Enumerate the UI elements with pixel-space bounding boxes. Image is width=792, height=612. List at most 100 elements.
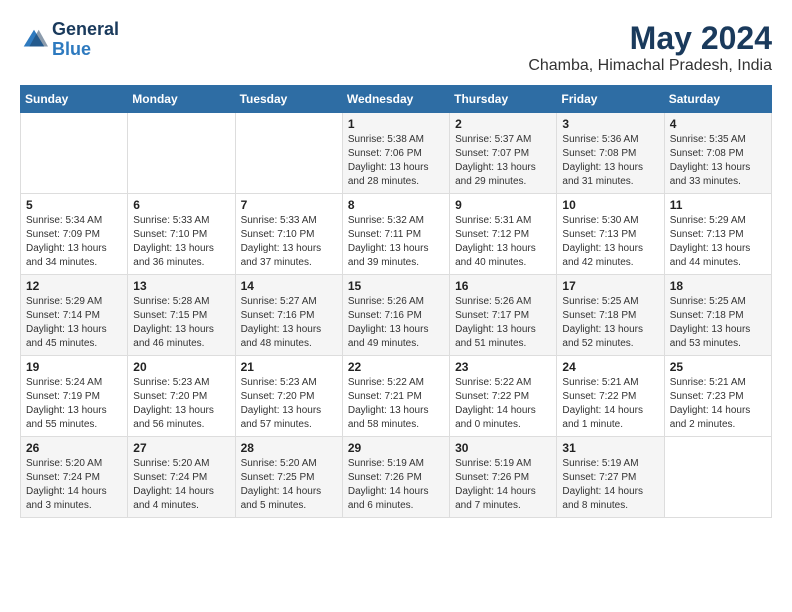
header-thursday: Thursday <box>450 86 557 113</box>
day-info: Sunrise: 5:35 AM Sunset: 7:08 PM Dayligh… <box>670 133 766 189</box>
day-info: Sunrise: 5:33 AM Sunset: 7:10 PM Dayligh… <box>133 214 229 270</box>
day-number: 9 <box>455 198 551 212</box>
day-info: Sunrise: 5:20 AM Sunset: 7:24 PM Dayligh… <box>26 457 122 513</box>
calendar-cell: 9 Sunrise: 5:31 AM Sunset: 7:12 PM Daylig… <box>450 194 557 275</box>
calendar-cell: 7 Sunrise: 5:33 AM Sunset: 7:10 PM Daylig… <box>235 194 342 275</box>
day-info: Sunrise: 5:31 AM Sunset: 7:12 PM Dayligh… <box>455 214 551 270</box>
day-info: Sunrise: 5:22 AM Sunset: 7:21 PM Dayligh… <box>348 376 444 432</box>
day-number: 3 <box>562 117 658 131</box>
calendar-cell: 10Sunrise: 5:30 AM Sunset: 7:13 PM Dayli… <box>557 194 664 275</box>
day-info: Sunrise: 5:32 AM Sunset: 7:11 PM Dayligh… <box>348 214 444 270</box>
calendar-cell: 3 Sunrise: 5:36 AM Sunset: 7:08 PM Daylig… <box>557 113 664 194</box>
calendar-cell: 2 Sunrise: 5:37 AM Sunset: 7:07 PM Daylig… <box>450 113 557 194</box>
day-number: 27 <box>133 441 229 455</box>
day-number: 26 <box>26 441 122 455</box>
day-info: Sunrise: 5:38 AM Sunset: 7:06 PM Dayligh… <box>348 133 444 189</box>
day-number: 15 <box>348 279 444 293</box>
day-info: Sunrise: 5:19 AM Sunset: 7:26 PM Dayligh… <box>455 457 551 513</box>
calendar-cell: 11 Sunrise: 5:29 AM Sunset: 7:13 PM Dayli… <box>664 194 771 275</box>
calendar-cell: 13Sunrise: 5:28 AM Sunset: 7:15 PM Dayli… <box>128 275 235 356</box>
day-info: Sunrise: 5:19 AM Sunset: 7:26 PM Dayligh… <box>348 457 444 513</box>
calendar-week-row: 26 Sunrise: 5:20 AM Sunset: 7:24 PM Dayli… <box>21 437 772 518</box>
calendar-cell: 19Sunrise: 5:24 AM Sunset: 7:19 PM Dayli… <box>21 356 128 437</box>
title-block: May 2024 Chamba, Himachal Pradesh, India <box>528 20 772 75</box>
calendar-cell: 16 Sunrise: 5:26 AM Sunset: 7:17 PM Dayli… <box>450 275 557 356</box>
day-number: 16 <box>455 279 551 293</box>
day-number: 5 <box>26 198 122 212</box>
header-monday: Monday <box>128 86 235 113</box>
day-number: 24 <box>562 360 658 374</box>
calendar-cell: 30 Sunrise: 5:19 AM Sunset: 7:26 PM Dayli… <box>450 437 557 518</box>
subtitle: Chamba, Himachal Pradesh, India <box>528 57 772 75</box>
day-info: Sunrise: 5:34 AM Sunset: 7:09 PM Dayligh… <box>26 214 122 270</box>
day-info: Sunrise: 5:37 AM Sunset: 7:07 PM Dayligh… <box>455 133 551 189</box>
calendar-table: Sunday Monday Tuesday Wednesday Thursday… <box>20 85 772 518</box>
day-number: 8 <box>348 198 444 212</box>
day-number: 2 <box>455 117 551 131</box>
day-info: Sunrise: 5:23 AM Sunset: 7:20 PM Dayligh… <box>241 376 337 432</box>
day-info: Sunrise: 5:22 AM Sunset: 7:22 PM Dayligh… <box>455 376 551 432</box>
day-info: Sunrise: 5:25 AM Sunset: 7:18 PM Dayligh… <box>562 295 658 351</box>
day-number: 13 <box>133 279 229 293</box>
logo-line2: Blue <box>52 40 119 60</box>
header-saturday: Saturday <box>664 86 771 113</box>
day-number: 28 <box>241 441 337 455</box>
calendar-cell: 14Sunrise: 5:27 AM Sunset: 7:16 PM Dayli… <box>235 275 342 356</box>
calendar-cell: 28 Sunrise: 5:20 AM Sunset: 7:25 PM Dayli… <box>235 437 342 518</box>
calendar-week-row: 5 Sunrise: 5:34 AM Sunset: 7:09 PM Daylig… <box>21 194 772 275</box>
day-number: 23 <box>455 360 551 374</box>
calendar-cell <box>664 437 771 518</box>
logo-icon <box>20 26 48 54</box>
calendar-cell: 23 Sunrise: 5:22 AM Sunset: 7:22 PM Dayli… <box>450 356 557 437</box>
calendar-cell: 6 Sunrise: 5:33 AM Sunset: 7:10 PM Daylig… <box>128 194 235 275</box>
day-info: Sunrise: 5:21 AM Sunset: 7:23 PM Dayligh… <box>670 376 766 432</box>
calendar-cell: 24 Sunrise: 5:21 AM Sunset: 7:22 PM Dayli… <box>557 356 664 437</box>
calendar-header: Sunday Monday Tuesday Wednesday Thursday… <box>21 86 772 113</box>
day-info: Sunrise: 5:24 AM Sunset: 7:19 PM Dayligh… <box>26 376 122 432</box>
day-info: Sunrise: 5:20 AM Sunset: 7:25 PM Dayligh… <box>241 457 337 513</box>
day-number: 21 <box>241 360 337 374</box>
day-info: Sunrise: 5:36 AM Sunset: 7:08 PM Dayligh… <box>562 133 658 189</box>
day-info: Sunrise: 5:27 AM Sunset: 7:16 PM Dayligh… <box>241 295 337 351</box>
calendar-week-row: 1 Sunrise: 5:38 AM Sunset: 7:06 PM Daylig… <box>21 113 772 194</box>
day-info: Sunrise: 5:20 AM Sunset: 7:24 PM Dayligh… <box>133 457 229 513</box>
calendar-cell: 29 Sunrise: 5:19 AM Sunset: 7:26 PM Dayli… <box>342 437 449 518</box>
logo-line1: General <box>52 20 119 40</box>
calendar-cell: 26 Sunrise: 5:20 AM Sunset: 7:24 PM Dayli… <box>21 437 128 518</box>
day-info: Sunrise: 5:25 AM Sunset: 7:18 PM Dayligh… <box>670 295 766 351</box>
day-number: 29 <box>348 441 444 455</box>
day-info: Sunrise: 5:29 AM Sunset: 7:13 PM Dayligh… <box>670 214 766 270</box>
day-number: 6 <box>133 198 229 212</box>
day-info: Sunrise: 5:21 AM Sunset: 7:22 PM Dayligh… <box>562 376 658 432</box>
calendar-cell: 27 Sunrise: 5:20 AM Sunset: 7:24 PM Dayli… <box>128 437 235 518</box>
day-number: 17 <box>562 279 658 293</box>
day-number: 4 <box>670 117 766 131</box>
day-number: 20 <box>133 360 229 374</box>
day-number: 1 <box>348 117 444 131</box>
day-info: Sunrise: 5:29 AM Sunset: 7:14 PM Dayligh… <box>26 295 122 351</box>
calendar-cell: 4 Sunrise: 5:35 AM Sunset: 7:08 PM Daylig… <box>664 113 771 194</box>
day-info: Sunrise: 5:30 AM Sunset: 7:13 PM Dayligh… <box>562 214 658 270</box>
day-number: 22 <box>348 360 444 374</box>
day-number: 7 <box>241 198 337 212</box>
calendar-body: 1 Sunrise: 5:38 AM Sunset: 7:06 PM Daylig… <box>21 113 772 518</box>
header-friday: Friday <box>557 86 664 113</box>
day-info: Sunrise: 5:23 AM Sunset: 7:20 PM Dayligh… <box>133 376 229 432</box>
calendar-cell: 17 Sunrise: 5:25 AM Sunset: 7:18 PM Dayli… <box>557 275 664 356</box>
day-number: 11 <box>670 198 766 212</box>
header-wednesday: Wednesday <box>342 86 449 113</box>
calendar-cell: 18 Sunrise: 5:25 AM Sunset: 7:18 PM Dayli… <box>664 275 771 356</box>
day-number: 18 <box>670 279 766 293</box>
calendar-cell <box>235 113 342 194</box>
calendar-week-row: 19Sunrise: 5:24 AM Sunset: 7:19 PM Dayli… <box>21 356 772 437</box>
day-number: 25 <box>670 360 766 374</box>
day-info: Sunrise: 5:26 AM Sunset: 7:16 PM Dayligh… <box>348 295 444 351</box>
day-info: Sunrise: 5:33 AM Sunset: 7:10 PM Dayligh… <box>241 214 337 270</box>
calendar-cell: 20 Sunrise: 5:23 AM Sunset: 7:20 PM Dayli… <box>128 356 235 437</box>
weekday-header-row: Sunday Monday Tuesday Wednesday Thursday… <box>21 86 772 113</box>
day-info: Sunrise: 5:26 AM Sunset: 7:17 PM Dayligh… <box>455 295 551 351</box>
calendar-cell: 25 Sunrise: 5:21 AM Sunset: 7:23 PM Dayli… <box>664 356 771 437</box>
day-number: 30 <box>455 441 551 455</box>
calendar-cell <box>21 113 128 194</box>
header-tuesday: Tuesday <box>235 86 342 113</box>
